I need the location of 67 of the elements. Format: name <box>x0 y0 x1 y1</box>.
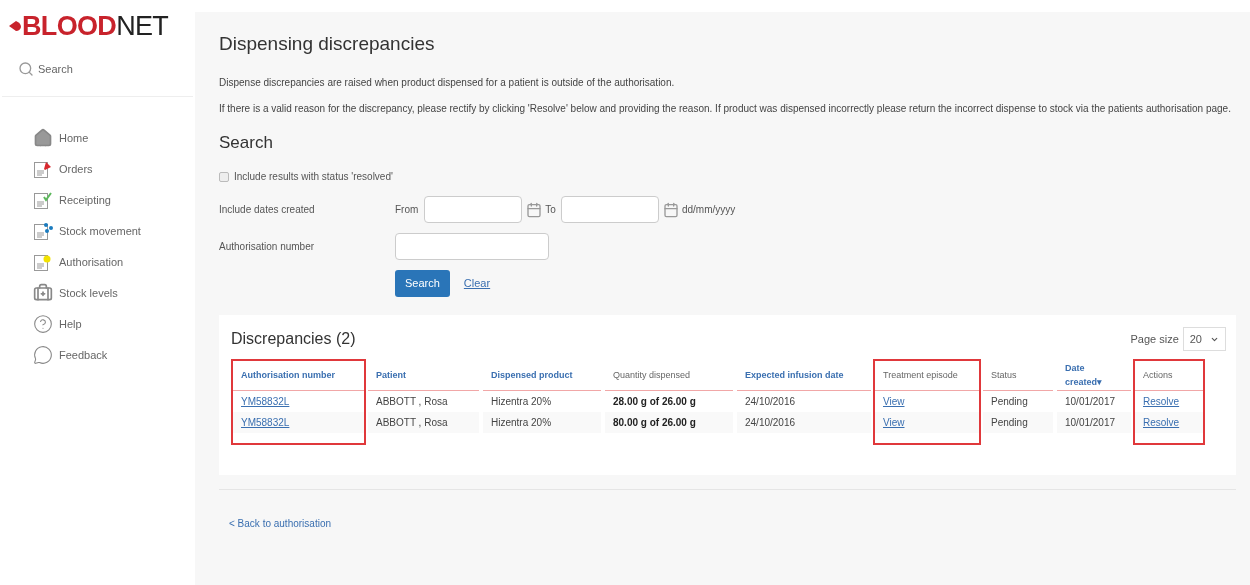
speech-bubble-icon <box>33 345 53 365</box>
table-cell-text: Hizentra 20% <box>491 395 552 409</box>
table-cell-text: Pending <box>991 416 1028 430</box>
column-header: Actions <box>1143 368 1173 382</box>
calendar-icon[interactable] <box>526 201 543 218</box>
column-header[interactable]: Authorisation number <box>241 368 335 383</box>
column-header: Status <box>991 368 1017 382</box>
table-cell-text: 10/01/2017 <box>1065 395 1116 409</box>
clear-link[interactable]: Clear <box>463 275 491 292</box>
receipting-document-icon <box>33 190 53 210</box>
search-heading: Search <box>219 131 274 154</box>
column-header: Quantity dispensed <box>613 368 691 382</box>
column-header[interactable]: Dispensed product <box>491 368 573 383</box>
authorisation-document-icon <box>33 252 53 272</box>
results-heading: Discrepancies (2) <box>231 329 356 349</box>
table-cell-text: Pending <box>991 395 1028 409</box>
bloodnet-logo[interactable]: BLOODNET <box>0 0 195 42</box>
authorisation-number-field[interactable] <box>395 233 549 260</box>
checkbox-label: Include results with status 'resolved' <box>234 170 393 184</box>
date-field[interactable] <box>560 196 659 223</box>
table-cell-text: Hizentra 20% <box>491 416 552 430</box>
table-cell-text: 10/01/2017 <box>1065 416 1116 430</box>
sidebar-item[interactable]: Home <box>59 129 89 147</box>
home-icon <box>33 128 53 148</box>
page-title: Dispensing discrepancies <box>219 32 436 56</box>
table-cell-text: ABBOTT , Rosa <box>376 416 448 430</box>
page-size-label: Page size <box>1130 331 1179 347</box>
table-link[interactable]: View <box>883 394 905 409</box>
field-label: Authorisation number <box>219 240 316 254</box>
intro-paragraph: Dispense discrepancies are raised when product dispensed for a patient is outside of the authorisation. <box>219 75 676 90</box>
table-cell-text: ABBOTT , Rosa <box>376 395 448 409</box>
calendar-icon[interactable] <box>662 201 679 218</box>
page-size-select[interactable]: 20 <box>1182 327 1226 351</box>
search-icon <box>18 61 34 77</box>
orders-document-icon <box>33 159 53 179</box>
include-resolved-checkbox[interactable] <box>219 171 229 182</box>
help-icon <box>33 314 53 334</box>
field-label: From <box>395 203 419 217</box>
table-link[interactable]: Resolve <box>1143 394 1180 409</box>
field-label: Include dates created <box>219 203 316 217</box>
sidebar-item[interactable]: Receipting <box>59 191 111 209</box>
sidebar-item[interactable]: Stock levels <box>59 284 118 302</box>
field-label: To <box>545 203 556 217</box>
table-cell-text: 28.00 g of 26.00 g <box>613 395 696 409</box>
table-cell-text: 80.00 g of 26.00 g <box>613 416 696 430</box>
blood-drop-icon <box>8 19 22 33</box>
sidebar-item[interactable]: Authorisation <box>59 253 124 271</box>
column-header[interactable]: Expected infusion date <box>745 368 844 383</box>
back-link[interactable]: < Back to authorisation <box>219 518 331 529</box>
sidebar-item[interactable]: Orders <box>59 160 93 178</box>
movement-document-icon <box>33 221 53 241</box>
sidebar-search[interactable]: Search <box>38 60 73 78</box>
search-button[interactable]: Search <box>395 270 450 297</box>
sidebar-item[interactable]: Stock movement <box>59 222 141 240</box>
date-format-hint: dd/mm/yyyy <box>681 203 736 217</box>
sidebar-item[interactable]: Help <box>59 315 82 333</box>
table-cell-text: 24/10/2016 <box>745 395 796 409</box>
table-link[interactable]: YM58832L <box>241 394 290 409</box>
column-header[interactable]: Patient <box>376 368 406 383</box>
intro-paragraph: If there is a valid reason for the discrepancy, please rectify by clicking 'Resolve' below and providing the reason. If product was dispensed incorrectly please return the incorrect dispense to stock via the patients authorisation page. <box>219 101 1232 116</box>
column-header: Treatment episode <box>883 368 958 382</box>
date-field[interactable] <box>424 196 523 223</box>
table-link[interactable]: View <box>883 415 905 430</box>
medical-case-icon <box>33 283 53 303</box>
column-header[interactable]: Date created▾ <box>1065 362 1123 389</box>
sidebar-item[interactable]: Feedback <box>59 346 108 364</box>
table-cell-text: 24/10/2016 <box>745 416 796 430</box>
